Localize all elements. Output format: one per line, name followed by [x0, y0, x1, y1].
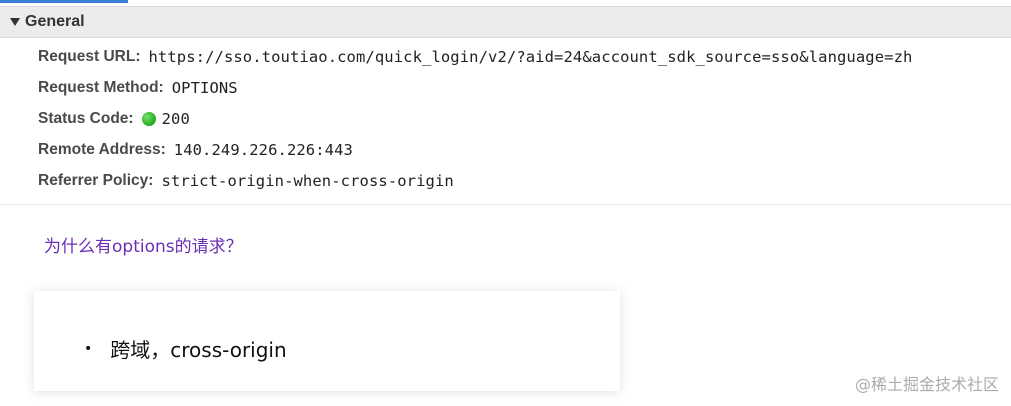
watermark: @稀土掘金技术社区	[854, 375, 999, 394]
list-item: • 跨域，cross-origin	[84, 334, 287, 363]
remote-address-row: Remote Address: 140.249.226.226:443	[38, 138, 353, 162]
devtools-headers-panel: General Request URL: https://sso.toutiao…	[0, 0, 1011, 205]
request-method-label: Request Method:	[38, 79, 164, 96]
bullet-text: 跨域，cross-origin	[110, 338, 287, 362]
answer-card: • 跨域，cross-origin	[34, 291, 620, 391]
question-heading: 为什么有options的请求？	[44, 237, 243, 257]
remote-address-label: Remote Address:	[38, 141, 166, 158]
referrer-policy-value[interactable]: strict-origin-when-cross-origin	[161, 172, 453, 190]
request-method-value[interactable]: OPTIONS	[172, 79, 238, 97]
request-url-row: Request URL: https://sso.toutiao.com/qui…	[38, 45, 912, 69]
remote-address-value[interactable]: 140.249.226.226:443	[174, 141, 353, 159]
status-code-value[interactable]: 200	[162, 110, 190, 128]
status-ok-dot-icon	[141, 112, 156, 126]
referrer-policy-label: Referrer Policy:	[38, 172, 154, 189]
general-section-header[interactable]: General	[0, 6, 1011, 38]
request-url-value[interactable]: https://sso.toutiao.com/quick_login/v2/?…	[148, 48, 912, 66]
section-title: General	[25, 13, 85, 30]
active-tab-indicator	[0, 0, 128, 3]
request-url-label: Request URL:	[38, 48, 141, 65]
status-code-row: Status Code: 200	[38, 107, 190, 131]
referrer-policy-row: Referrer Policy: strict-origin-when-cros…	[38, 169, 454, 193]
status-code-label: Status Code:	[38, 110, 134, 127]
request-method-row: Request Method: OPTIONS	[38, 76, 238, 100]
collapse-triangle-icon[interactable]	[10, 18, 20, 26]
bullet-icon: •	[84, 340, 93, 357]
